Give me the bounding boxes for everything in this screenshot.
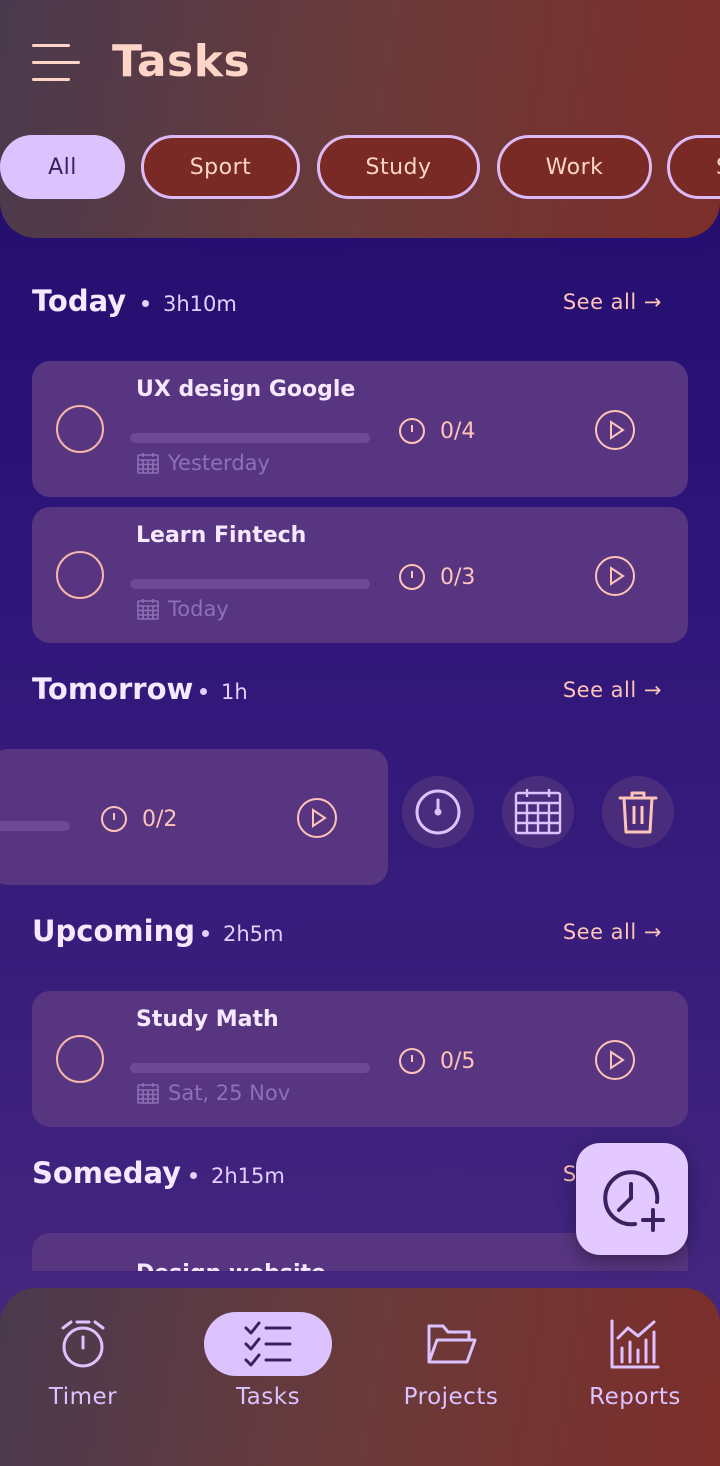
section-title: Someday (32, 1156, 182, 1190)
section-someday-header: Someday 2h15m See all → (32, 1156, 662, 1196)
duration-text: 3h10m (163, 292, 237, 316)
task-progress-bar (130, 579, 370, 589)
play-icon[interactable] (594, 409, 636, 451)
task-card[interactable]: UX design Google Yesterday 0/4 (32, 361, 688, 497)
due-text: Yesterday (168, 451, 270, 475)
due-text: Today (168, 597, 229, 621)
bottom-navigation: Timer Tasks Projects Reports (0, 1288, 720, 1466)
timer-icon (399, 418, 425, 444)
task-due: Sat, 25 Nov (136, 1081, 290, 1105)
nav-label: Reports (589, 1384, 681, 1410)
nav-icon-wrap (547, 1318, 720, 1370)
section-title: Tomorrow (32, 672, 194, 706)
arrow-right-icon: → (643, 678, 662, 702)
nav-icon-wrap (363, 1318, 539, 1370)
pomodoro-count: 0/4 (398, 417, 475, 445)
calendar-icon (514, 789, 562, 835)
timer-icon (101, 806, 127, 832)
app-header: Tasks All Sport Study Work S (0, 0, 720, 238)
count-text: 0/3 (440, 564, 476, 590)
nav-label: Timer (48, 1384, 118, 1410)
duration-text: 1h (221, 680, 248, 704)
nav-timer[interactable]: Timer (0, 1288, 155, 1466)
play-icon[interactable] (594, 555, 636, 597)
complete-checkbox[interactable] (56, 1035, 104, 1083)
nav-icon-wrap (180, 1318, 356, 1370)
add-timer-icon (603, 1170, 665, 1232)
section-duration: 2h15m (190, 1164, 285, 1188)
nav-projects[interactable]: Projects (363, 1288, 523, 1466)
nav-reports[interactable]: Reports (547, 1288, 707, 1466)
task-due: Today (136, 597, 229, 621)
duration-text: 2h15m (211, 1164, 285, 1188)
chip-work[interactable]: Work (497, 135, 652, 199)
filter-chips: All Sport Study Work S (0, 135, 720, 199)
menu-icon[interactable] (32, 44, 80, 82)
pomodoro-count: 0/5 (398, 1047, 475, 1075)
task-title: Design website (136, 1261, 326, 1271)
timer-icon (399, 564, 425, 590)
nav-label: Tasks (235, 1384, 301, 1410)
pomodoro-count: 0/2 (100, 805, 177, 833)
see-all-label: See all (562, 290, 637, 314)
play-icon[interactable] (594, 1039, 636, 1081)
pomodoro-count: 0/3 (398, 563, 475, 591)
chart-icon (610, 1319, 660, 1369)
task-title: UX design Google (136, 377, 356, 402)
chip-study[interactable]: Study (317, 135, 480, 199)
section-tomorrow-header: Tomorrow 1h See all → (32, 672, 662, 712)
see-all-link[interactable]: See all → (563, 290, 662, 314)
add-task-fab[interactable] (576, 1143, 688, 1255)
task-card[interactable]: Learn Fintech Today 0/3 (32, 507, 688, 643)
play-icon[interactable] (296, 797, 338, 839)
schedule-button[interactable] (502, 776, 574, 848)
see-all-link[interactable]: See all → (563, 678, 662, 702)
chip-more[interactable]: S (667, 135, 720, 199)
see-all-label: See all (562, 920, 637, 944)
arrow-right-icon: → (643, 920, 662, 944)
arrow-right-icon: → (643, 290, 662, 314)
complete-checkbox[interactable] (56, 405, 104, 453)
section-duration: 2h5m (202, 922, 284, 946)
task-progress-bar (130, 1063, 370, 1073)
chip-sport[interactable]: Sport (141, 135, 300, 199)
section-title: Upcoming (32, 914, 195, 948)
section-upcoming-header: Upcoming 2h5m See all → (32, 914, 662, 954)
count-text: 0/5 (440, 1048, 476, 1074)
folder-icon (427, 1324, 477, 1364)
task-title: Learn Fintech (136, 523, 307, 548)
set-timer-button[interactable] (402, 776, 474, 848)
count-text: 0/4 (440, 418, 476, 444)
nav-tasks[interactable]: Tasks (180, 1288, 340, 1466)
checklist-icon (244, 1321, 292, 1367)
task-title: Study Math (136, 1007, 279, 1032)
calendar-icon (137, 453, 159, 474)
calendar-icon (137, 599, 159, 620)
calendar-icon (137, 1083, 159, 1104)
task-progress-bar (130, 433, 370, 443)
task-card-swiped[interactable]: 0/2 (0, 749, 388, 885)
nav-icon-wrap (0, 1318, 171, 1370)
nav-label: Projects (403, 1384, 499, 1410)
page-title: Tasks (112, 36, 251, 87)
timer-icon (399, 1048, 425, 1074)
see-all-label: See all (562, 678, 637, 702)
alarm-clock-icon (61, 1320, 105, 1368)
task-card[interactable]: Study Math Sat, 25 Nov 0/5 (32, 991, 688, 1127)
timer-icon (415, 789, 461, 835)
duration-text: 2h5m (223, 922, 284, 946)
section-duration: 3h10m (142, 292, 237, 316)
section-duration: 1h (200, 680, 248, 704)
delete-button[interactable] (602, 776, 674, 848)
count-text: 0/2 (142, 806, 178, 832)
task-due: Yesterday (136, 451, 270, 475)
due-text: Sat, 25 Nov (168, 1081, 291, 1105)
section-today-header: Today 3h10m See all → (32, 284, 662, 324)
complete-checkbox[interactable] (56, 551, 104, 599)
trash-icon (618, 791, 658, 834)
section-title: Today (32, 284, 127, 318)
see-all-link[interactable]: See all → (563, 920, 662, 944)
task-progress-bar (0, 821, 70, 831)
chip-all[interactable]: All (0, 135, 125, 199)
